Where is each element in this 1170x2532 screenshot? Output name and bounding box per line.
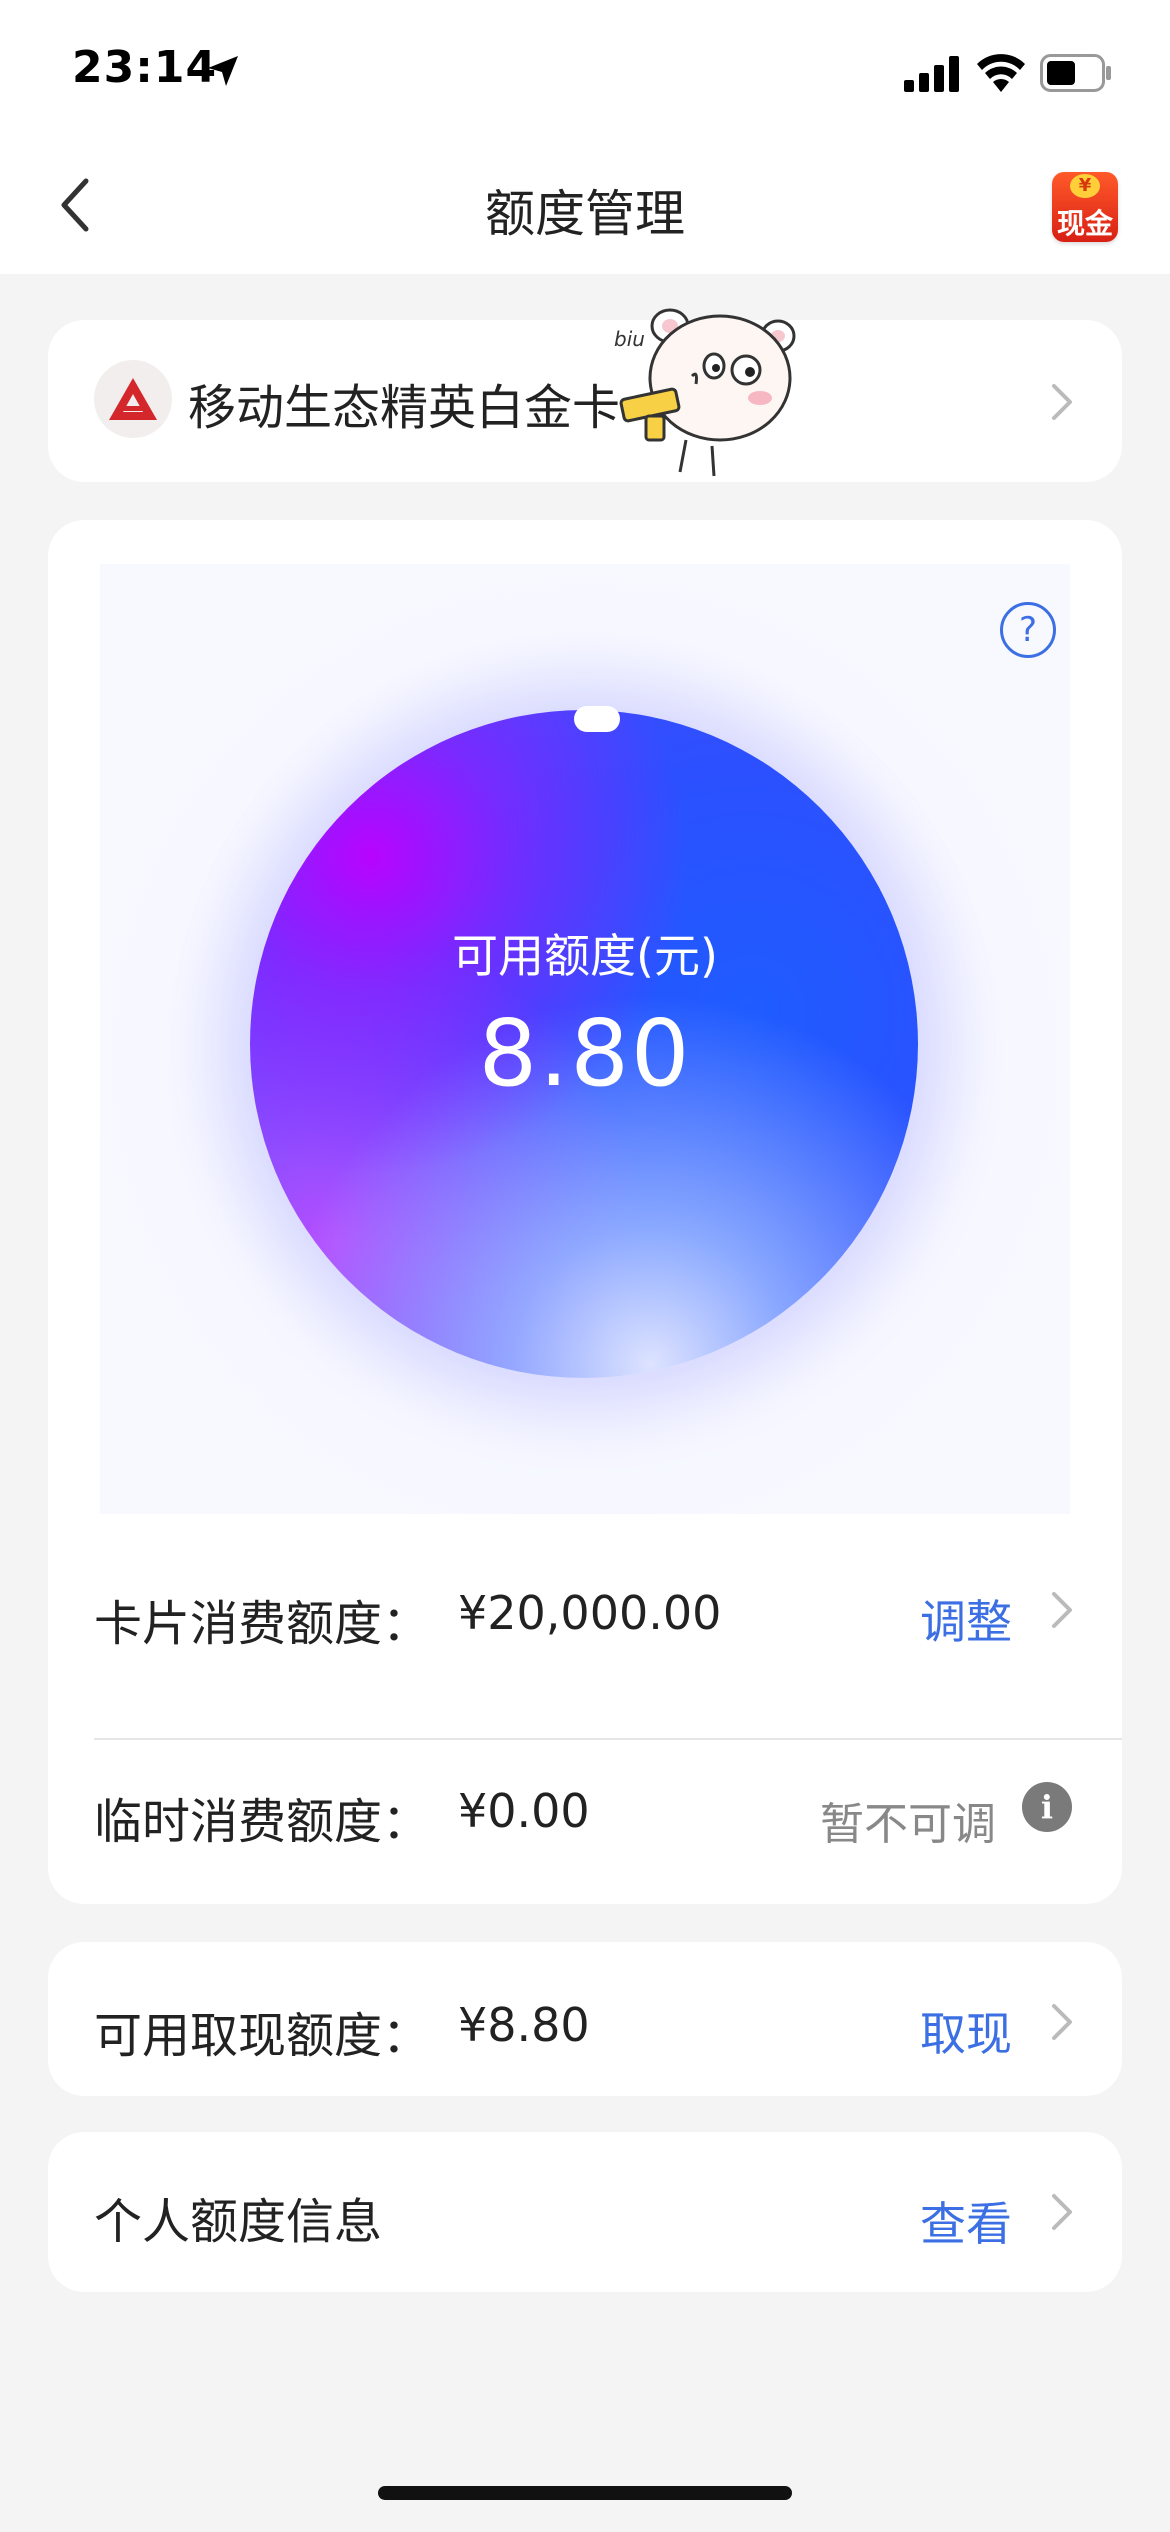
cash-limit-value: ¥8.80 (458, 1998, 590, 2052)
wifi-icon (977, 54, 1025, 92)
card-limit-row[interactable]: 卡片消费额度： ¥20,000.00 调整 (48, 1542, 1122, 1672)
cash-limit-panel[interactable]: 可用取现额度： ¥8.80 取现 (48, 1942, 1122, 2096)
temp-limit-value: ¥0.00 (458, 1784, 590, 1838)
available-credit-value: 8.80 (478, 1000, 692, 1107)
withdraw-cash-button[interactable]: 取现 (920, 1998, 1012, 2064)
chevron-right-icon (1052, 2004, 1072, 2040)
card-limit-value: ¥20,000.00 (458, 1586, 722, 1640)
mascot-sticker: biu (614, 308, 796, 477)
orb-indicator (574, 706, 620, 732)
available-credit-label: 可用额度(元) (452, 929, 718, 983)
temp-limit-label: 临时消费额度： (94, 1794, 431, 1850)
credit-panel: ? 可用额度(元) 8.80 卡片消费额度： ¥20,000.00 调整 临时消… (48, 520, 1122, 1904)
card-selector[interactable]: 移动生态精英白金卡 (48, 320, 1122, 482)
cash-limit-row[interactable]: 可用取现额度： ¥8.80 取现 (48, 1954, 1122, 2084)
personal-credit-label: 个人额度信息 (94, 2194, 383, 2250)
personal-credit-row[interactable]: 个人额度信息 查看 (48, 2144, 1122, 2274)
temp-limit-status: 暂不可调 (820, 1799, 996, 1850)
chevron-right-icon (1052, 1592, 1072, 1628)
adjust-limit-button[interactable]: 调整 (920, 1586, 1012, 1652)
location-arrow-icon (208, 56, 238, 86)
personal-credit-panel[interactable]: 个人额度信息 查看 (48, 2132, 1122, 2292)
card-name: 移动生态精英白金卡 (188, 380, 621, 436)
info-icon[interactable]: i (1022, 1782, 1072, 1832)
cash-limit-label: 可用取现额度： (94, 2008, 431, 2064)
chevron-right-icon (1052, 384, 1072, 420)
temp-limit-row: 临时消费额度： ¥0.00 暂不可调 i (48, 1740, 1122, 1870)
coin-icon: ¥ (1070, 174, 1100, 198)
navigation-bar: 额度管理 ¥ 现金 (0, 140, 1170, 274)
home-indicator (378, 2486, 792, 2500)
cellular-signal-icon (904, 56, 959, 92)
battery-icon (1040, 54, 1111, 92)
chevron-right-icon (1052, 2194, 1072, 2230)
view-personal-credit-button[interactable]: 查看 (920, 2188, 1012, 2254)
bank-logo-icon (109, 378, 157, 420)
status-time: 23:14 (72, 42, 218, 93)
cash-badge-label: 现金 (1056, 207, 1113, 240)
card-limit-label: 卡片消费额度： (94, 1596, 431, 1652)
help-icon[interactable]: ? (1000, 602, 1056, 658)
svg-text:biu: biu (614, 327, 645, 351)
bank-logo (94, 360, 172, 438)
status-bar: 23:14 (0, 0, 1170, 140)
page-title: 额度管理 (485, 185, 685, 243)
cash-promo-button[interactable]: ¥ 现金 (1052, 172, 1118, 242)
